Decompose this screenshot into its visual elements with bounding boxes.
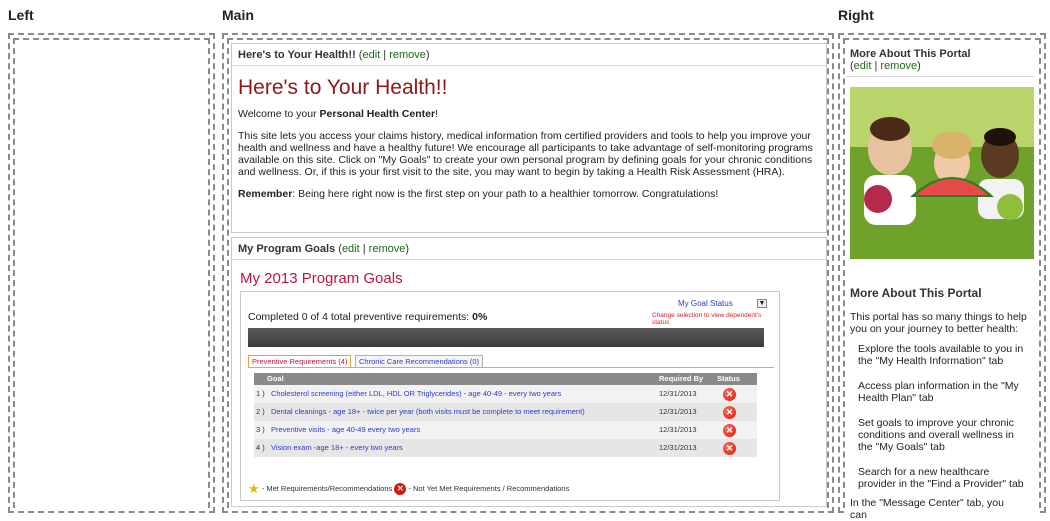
goal-link[interactable]: Vision exam -age 18+ - every two years (271, 439, 403, 457)
legend-not-met-text: - Not Yet Met Requirements / Recommendat… (408, 483, 570, 493)
goals-edit-link[interactable]: edit (342, 243, 360, 255)
table-row: 1 ) Cholesterol screening (either LDL, H… (254, 385, 757, 403)
health-portlet: Here's to Your Health!! (edit | remove) … (231, 43, 827, 233)
portal-list-item: Search for a new healthcare provider in … (858, 466, 1024, 490)
legend-met-text: - Met Requirements/Recommendations (261, 483, 393, 493)
goals-portlet-header[interactable]: My Program Goals (edit | remove) (232, 238, 826, 260)
health-edit-link[interactable]: edit (362, 49, 380, 61)
portal-edit-link[interactable]: edit (854, 60, 872, 72)
portal-remove-link[interactable]: remove (880, 60, 917, 72)
portal-list-item: Access plan information in the "My Healt… (858, 380, 1019, 404)
table-row: 2 ) Dental cleanings - age 18+ - twice p… (254, 403, 757, 421)
tab-underline (248, 367, 774, 368)
required-by-date: 12/31/2013 (659, 389, 697, 398)
goals-portlet: My Program Goals (edit | remove) My 2013… (231, 237, 827, 507)
table-row: 3 ) Preventive visits - age 40-49 every … (254, 421, 757, 439)
portal-list-item: Set goals to improve your chronic condit… (858, 417, 1014, 453)
not-met-legend-icon: ✕ (394, 483, 407, 495)
main-drop-zone: Here's to Your Health!! (edit | remove) … (222, 33, 834, 513)
table-row: 4 ) Vision exam -age 18+ - every two yea… (254, 439, 757, 457)
goals-portlet-title: My Program Goals (238, 243, 336, 255)
remember-text: Remember: Being here right now is the fi… (238, 188, 719, 200)
goals-legend: ★ - Met Requirements/Recommendations ✕ -… (248, 481, 569, 497)
required-by-date: 12/31/2013 (659, 443, 697, 452)
intro-paragraph: This site lets you access your claims hi… (238, 130, 813, 178)
health-portlet-body: Here's to Your Health!! Welcome to your … (232, 76, 826, 200)
completed-percent: 0% (472, 311, 488, 323)
not-met-icon: ✕ (723, 442, 736, 455)
change-selection-note: Change selection to view dependent's sta… (652, 312, 762, 326)
completed-summary: Completed 0 of 4 total preventive requir… (248, 311, 488, 323)
goals-table-header: Goal Required By Status (254, 373, 757, 385)
goal-link[interactable]: Cholesterol screening (either LDL, HDL O… (271, 385, 561, 403)
not-met-icon: ✕ (723, 406, 736, 419)
personal-health-center-label: Personal Health Center (319, 108, 436, 120)
dependent-select-dropdown[interactable]: ▼ (757, 299, 767, 308)
health-portlet-header[interactable]: Here's to Your Health!! (edit | remove) (232, 44, 826, 66)
health-remove-link[interactable]: remove (389, 49, 426, 61)
goals-title: My 2013 Program Goals (240, 270, 403, 287)
col-status: Status (717, 374, 740, 383)
required-by-date: 12/31/2013 (659, 425, 697, 434)
portal-intro-text: This portal has so many things to help y… (850, 311, 1027, 335)
photo-illustration (850, 87, 1034, 259)
left-drop-zone-inner (13, 38, 210, 508)
main-column-title: Main (222, 7, 254, 23)
progress-bar (248, 328, 764, 347)
right-drop-zone: More About This Portal (edit | remove) M… (838, 33, 1046, 521)
portal-list-item: Explore the tools available to you in th… (858, 343, 1024, 367)
portal-section-title: More About This Portal (850, 286, 982, 300)
goals-remove-link[interactable]: remove (369, 243, 406, 255)
col-goal: Goal (267, 374, 284, 383)
col-required-by: Required By (659, 374, 704, 383)
health-big-title: Here's to Your Health!! (238, 76, 448, 99)
goal-status-box: Completed 0 of 4 total preventive requir… (240, 291, 780, 501)
portal-list-item: In the "Message Center" tab, you can (850, 497, 1004, 521)
right-column-title: Right (838, 7, 874, 23)
left-drop-zone[interactable] (8, 33, 215, 513)
tab-chronic-care[interactable]: Chronic Care Recommendations (0) (355, 355, 484, 367)
portal-portlet-header[interactable]: More About This Portal (edit | remove) (846, 43, 1034, 77)
welcome-text: Welcome to your Personal Health Center! (238, 108, 438, 120)
health-portlet-title: Here's to Your Health!! (238, 49, 356, 61)
tab-preventive-requirements[interactable]: Preventive Requirements (4) (248, 355, 352, 367)
left-column-title: Left (8, 7, 34, 23)
goals-table: Goal Required By Status 1 ) Cholesterol … (254, 373, 757, 457)
portal-portlet: More About This Portal (edit | remove) M… (846, 43, 1038, 521)
portal-portlet-title: More About This Portal (850, 48, 971, 60)
required-by-date: 12/31/2013 (659, 407, 697, 416)
healthy-people-photo (850, 87, 1034, 259)
goal-status-link[interactable]: My Goal Status (678, 299, 733, 308)
star-icon: ★ (248, 481, 260, 496)
goal-link[interactable]: Dental cleanings - age 18+ - twice per y… (271, 403, 585, 421)
goal-link[interactable]: Preventive visits - age 40-49 every two … (271, 421, 420, 439)
not-met-icon: ✕ (723, 424, 736, 437)
not-met-icon: ✕ (723, 388, 736, 401)
chevron-down-icon: ▼ (758, 300, 766, 307)
